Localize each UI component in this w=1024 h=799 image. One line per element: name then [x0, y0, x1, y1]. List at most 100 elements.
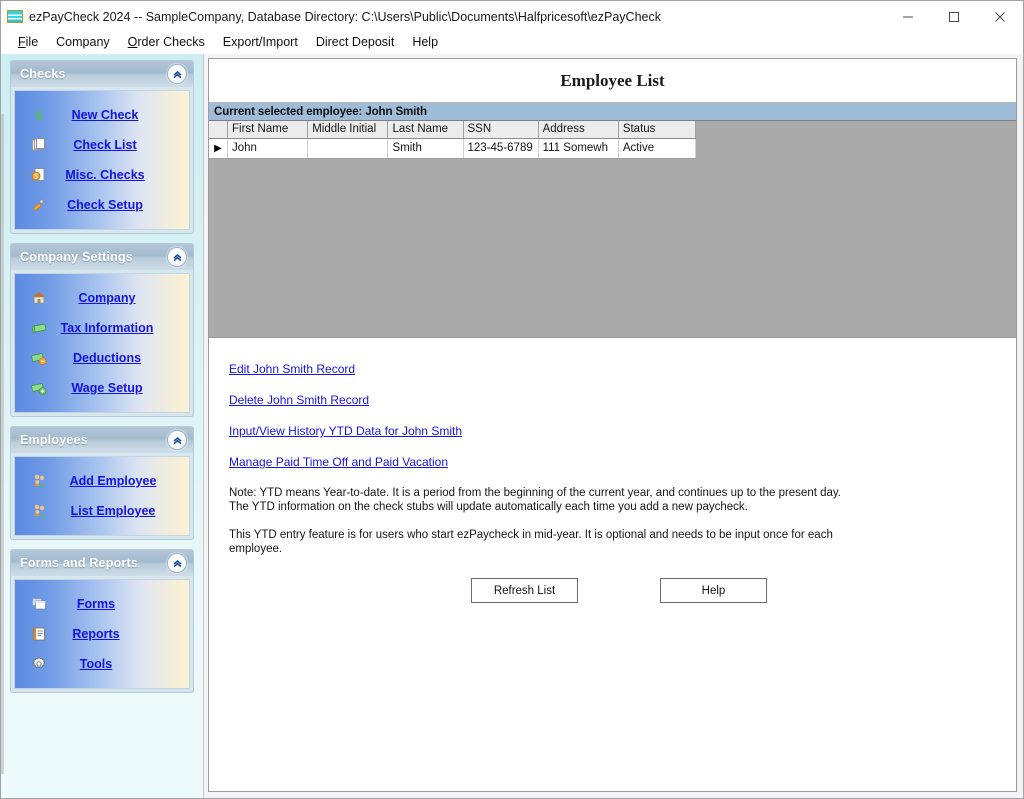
chevron-double-up-icon[interactable]	[167, 430, 187, 450]
cell-address[interactable]: 111 Somewh	[538, 138, 619, 159]
dollar-icon: $	[29, 105, 49, 125]
row-selector-triangle-icon: ▶	[214, 143, 222, 154]
sidebar-item-label: Check Setup	[67, 198, 143, 212]
sidebar-item-label: Tax Information	[60, 321, 154, 335]
minimize-icon[interactable]	[885, 1, 931, 32]
link-edit-record[interactable]: Edit John Smith Record	[229, 362, 355, 376]
sidebar-panel-checks: Checks $ New Check Check List $ Misc. Ch…	[10, 60, 194, 234]
link-delete-record[interactable]: Delete John Smith Record	[229, 393, 369, 407]
panel-header-employees[interactable]: Employees	[11, 427, 193, 453]
refresh-list-button[interactable]: Refresh List	[471, 578, 578, 603]
sidebar-item-deductions[interactable]: Deductions	[15, 343, 189, 373]
window-controls	[885, 1, 1023, 32]
detail-region: Edit John Smith Record Delete John Smith…	[209, 338, 1016, 791]
panel-body-employees: Add Employee List Employee	[14, 456, 190, 536]
help-button[interactable]: Help	[660, 578, 767, 603]
chevron-double-up-icon[interactable]	[167, 64, 187, 84]
menu-item-direct-deposit[interactable]: Direct Deposit	[307, 32, 404, 53]
sidebar-item-label: List Employee	[70, 504, 156, 518]
panel-title-checks: Checks	[20, 67, 66, 81]
report-book-icon	[29, 624, 49, 644]
windows-forms-icon	[29, 594, 49, 614]
sidebar-item-label: Misc. Checks	[65, 168, 145, 182]
sidebar: Checks $ New Check Check List $ Misc. Ch…	[1, 54, 204, 798]
employee-grid-region: Current selected employee: John Smith Fi…	[209, 103, 1016, 338]
main-pane: Employee List Current selected employee:…	[204, 54, 1023, 798]
sidebar-item-wage-setup[interactable]: Wage Setup	[15, 373, 189, 403]
link-input-view-ytd[interactable]: Input/View History YTD Data for John Smi…	[229, 424, 462, 438]
chevron-double-up-icon[interactable]	[167, 553, 187, 573]
menu-item-export-import[interactable]: Export/Import	[214, 32, 307, 53]
money-icon	[29, 318, 49, 338]
sidebar-item-check-setup[interactable]: Check Setup	[15, 190, 189, 220]
sidebar-item-add-employee[interactable]: Add Employee	[15, 466, 189, 496]
page-title: Employee List	[560, 70, 665, 90]
column-header-middle-initial[interactable]: Middle Initial	[307, 121, 389, 139]
row-selector-header	[209, 121, 228, 139]
column-header-last-name[interactable]: Last Name	[387, 121, 464, 139]
column-header-first-name[interactable]: First Name	[227, 121, 309, 139]
employee-grid[interactable]: First Name Middle Initial Last Name SSN …	[209, 121, 697, 159]
sidebar-item-forms[interactable]: Forms	[15, 589, 189, 619]
panel-header-checks[interactable]: Checks	[11, 61, 193, 87]
menu-item-order-checks[interactable]: Order Checks	[119, 32, 214, 53]
sidebar-item-new-check[interactable]: $ New Check	[15, 100, 189, 130]
menu-item-help[interactable]: Help	[403, 32, 447, 53]
window-title-text: ezPayCheck 2024 -- SampleCompany, Databa…	[29, 9, 661, 24]
column-header-ssn[interactable]: SSN	[463, 121, 539, 139]
close-icon[interactable]	[977, 1, 1023, 32]
panel-body-checks: $ New Check Check List $ Misc. Checks Ch…	[14, 90, 190, 230]
panel-header-company-settings[interactable]: Company Settings	[11, 244, 193, 270]
sidebar-item-reports[interactable]: Reports	[15, 619, 189, 649]
menu-item-file[interactable]: File	[9, 32, 47, 53]
pages-stack-icon	[29, 135, 49, 155]
link-manage-pto[interactable]: Manage Paid Time Off and Paid Vacation	[229, 455, 448, 469]
table-header-row: First Name Middle Initial Last Name SSN …	[209, 121, 697, 139]
employee-list-card: Employee List Current selected employee:…	[208, 58, 1017, 792]
people-list-icon	[29, 501, 49, 521]
check-card-icon	[7, 10, 23, 23]
sidebar-item-list-employee[interactable]: List Employee	[15, 496, 189, 526]
note-ytd-feature: This YTD entry feature is for users who …	[229, 529, 833, 555]
window-title-bar: ezPayCheck 2024 -- SampleCompany, Databa…	[1, 1, 1023, 32]
sidebar-item-label: Company	[78, 291, 136, 305]
column-header-status[interactable]: Status	[618, 121, 697, 139]
content-row: Checks $ New Check Check List $ Misc. Ch…	[1, 54, 1023, 798]
panel-body-company-settings: Company Tax Information Deductions Wage …	[14, 273, 190, 413]
money-plus-icon	[29, 378, 49, 398]
note-ytd-definition: Note: YTD means Year-to-date. It is a pe…	[229, 487, 841, 513]
table-row[interactable]: ▶ John Smith 123-45-6789 111 Somewh Acti…	[209, 138, 697, 159]
sidebar-item-company[interactable]: Company	[15, 283, 189, 313]
chevron-double-up-icon[interactable]	[167, 247, 187, 267]
cell-first-name[interactable]: John	[227, 138, 309, 159]
menu-item-company[interactable]: Company	[47, 32, 119, 53]
cell-ssn[interactable]: 123-45-6789	[463, 138, 539, 159]
maximize-icon[interactable]	[931, 1, 977, 32]
sidebar-panel-forms-and-reports: Forms and Reports Forms Reports Tools	[10, 549, 194, 693]
sidebar-scroll-strip[interactable]	[1, 114, 4, 774]
cell-middle-initial[interactable]	[307, 138, 389, 159]
sidebar-panel-employees: Employees Add Employee List Employee	[10, 426, 194, 540]
cell-last-name[interactable]: Smith	[387, 138, 464, 159]
panel-title-employees: Employees	[20, 433, 88, 447]
sidebar-item-label: Forms	[76, 597, 116, 611]
panel-header-forms-and-reports[interactable]: Forms and Reports	[11, 550, 193, 576]
sidebar-item-misc-checks[interactable]: $ Misc. Checks	[15, 160, 189, 190]
sidebar-item-tools[interactable]: Tools	[15, 649, 189, 679]
sidebar-item-label: New Check	[71, 108, 139, 122]
sidebar-item-label: Tools	[79, 657, 113, 671]
sidebar-item-check-list[interactable]: Check List	[15, 130, 189, 160]
row-selector-cell[interactable]: ▶	[209, 138, 228, 159]
sidebar-panel-company-settings: Company Settings Company Tax Information…	[10, 243, 194, 417]
sidebar-item-label: Wage Setup	[71, 381, 143, 395]
sidebar-item-label: Check List	[73, 138, 137, 152]
button-row: Refresh List Help	[229, 578, 1016, 603]
svg-text:$: $	[36, 109, 43, 123]
sidebar-item-label: Add Employee	[69, 474, 157, 488]
application-window: ezPayCheck 2024 -- SampleCompany, Databa…	[0, 0, 1024, 799]
column-header-address[interactable]: Address	[538, 121, 619, 139]
svg-text:$: $	[34, 173, 38, 181]
page-title-bar: Employee List	[209, 59, 1016, 103]
sidebar-item-tax-information[interactable]: Tax Information	[15, 313, 189, 343]
cell-status[interactable]: Active	[618, 138, 697, 159]
